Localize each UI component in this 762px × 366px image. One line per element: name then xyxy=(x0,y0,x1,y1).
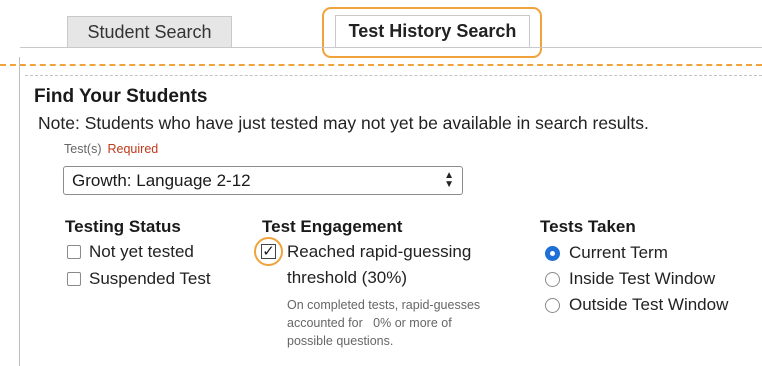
rapid-guessing-label: Reached rapid-guessing xyxy=(287,242,472,261)
testing-status-heading: Testing Status xyxy=(65,217,181,236)
rapid-guessing-threshold: threshold (30%) xyxy=(287,268,408,287)
section-title: Find Your Students xyxy=(34,86,208,107)
test-select-value: Growth: Language 2-12 xyxy=(72,170,251,190)
checkbox[interactable] xyxy=(67,272,81,286)
tab-label: Student Search xyxy=(87,21,212,42)
checkbox-rapid-guessing[interactable]: ✓ xyxy=(261,244,276,259)
panel-border xyxy=(19,57,20,366)
test-select[interactable]: Growth: Language 2-12 ▲ ▼ xyxy=(63,166,463,195)
required-label: Required xyxy=(107,142,159,156)
tab-label: Test History Search xyxy=(348,21,517,41)
checkbox-not-yet-tested[interactable]: Not yet tested xyxy=(67,242,194,262)
radio-button[interactable] xyxy=(545,297,560,313)
radio-button[interactable] xyxy=(545,271,560,287)
section-divider xyxy=(25,75,762,76)
search-note: Note: Students who have just tested may … xyxy=(38,113,649,133)
radio-current-term[interactable]: Current Term xyxy=(545,243,668,263)
test-select-label: Test(s) Required xyxy=(64,142,159,156)
tab-divider xyxy=(20,47,762,48)
radio-inside-test-window[interactable]: Inside Test Window xyxy=(545,269,715,289)
highlight-dashed-line xyxy=(0,64,762,66)
engagement-description: On completed tests, rapid-guesses accoun… xyxy=(287,298,481,348)
select-arrows-icon: ▲ ▼ xyxy=(444,170,454,190)
checkmark-icon: ✓ xyxy=(262,243,275,260)
tab-student-search[interactable]: Student Search xyxy=(67,16,232,48)
tab-test-history-search[interactable]: Test History Search xyxy=(335,15,530,48)
test-engagement-heading: Test Engagement xyxy=(262,217,403,236)
tests-taken-heading: Tests Taken xyxy=(540,217,636,236)
checkbox[interactable] xyxy=(67,245,81,259)
radio-outside-test-window[interactable]: Outside Test Window xyxy=(545,295,728,315)
checkbox-suspended-test[interactable]: Suspended Test xyxy=(67,269,211,289)
radio-button[interactable] xyxy=(545,245,560,261)
